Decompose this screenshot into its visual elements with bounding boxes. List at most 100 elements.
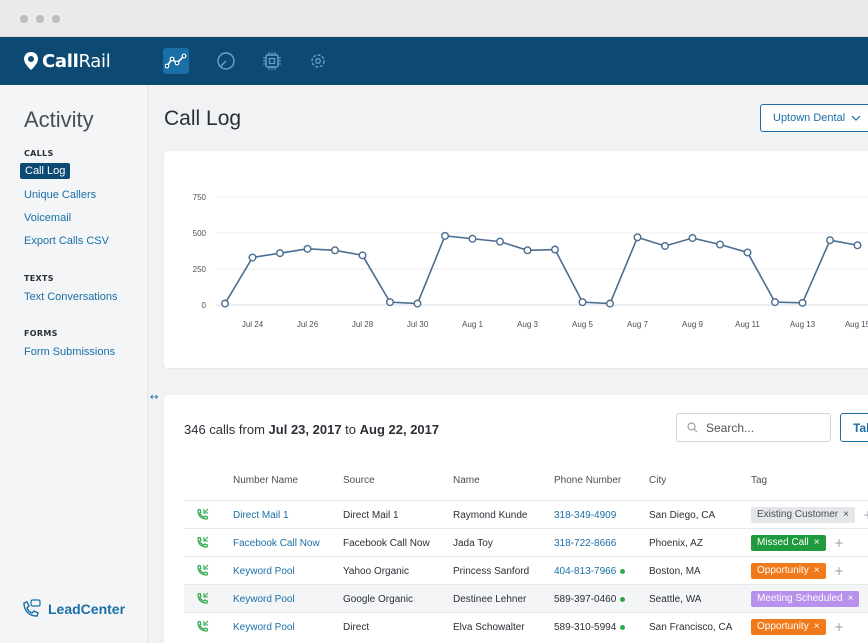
cell-source: Yahoo Organic <box>343 566 409 577</box>
analytics-icon[interactable] <box>163 48 189 74</box>
cell-phone-number: 589-310-5994 <box>554 622 626 633</box>
chart-point[interactable] <box>743 248 752 257</box>
tag-badge[interactable]: Opportunity × <box>751 563 826 579</box>
cell-number-name[interactable]: Keyword Pool <box>233 566 295 577</box>
tab-button[interactable]: Tab <box>840 413 868 442</box>
remove-tag-icon[interactable]: × <box>814 565 820 576</box>
tag-badge[interactable]: Missed Call × <box>751 535 826 551</box>
sidebar-item-voicemail[interactable]: Voicemail <box>24 212 71 224</box>
chart-point[interactable] <box>523 246 532 255</box>
chart-point[interactable] <box>798 298 807 307</box>
table-row[interactable]: Direct Mail 1 Direct Mail 1 Raymond Kunde 3… <box>184 500 868 528</box>
cell-phone-number[interactable]: 318-722-8666 <box>554 538 616 549</box>
cell-phone-number[interactable]: 404-813-7966 <box>554 566 626 577</box>
chart-point[interactable] <box>771 298 780 307</box>
callrail-logo[interactable]: Call Rail <box>24 49 111 73</box>
tag-badge[interactable]: Existing Customer × <box>751 507 855 523</box>
sidebar-item-text-conversations[interactable]: Text Conversations <box>24 291 118 303</box>
cell-city: Boston, MA <box>649 566 701 577</box>
cell-number-name[interactable]: Facebook Call Now <box>233 538 320 549</box>
chart-point[interactable] <box>633 233 642 242</box>
remove-tag-icon[interactable]: × <box>843 509 849 520</box>
account-select[interactable]: Uptown Dental <box>760 104 868 132</box>
status-dot-icon <box>620 596 626 602</box>
x-tick-label: Jul 26 <box>297 320 319 329</box>
chart-point[interactable] <box>275 249 284 258</box>
column-header-name[interactable]: Name <box>453 475 480 486</box>
chart-point[interactable] <box>578 298 587 307</box>
chart-point[interactable] <box>330 246 339 255</box>
chart-point[interactable] <box>551 245 560 254</box>
sidebar-item-form-submissions[interactable]: Form Submissions <box>24 346 115 358</box>
sidebar-item-call-log[interactable]: Call Log <box>20 163 71 179</box>
settings-icon[interactable] <box>305 48 331 74</box>
add-tag-icon[interactable]: + <box>834 564 844 578</box>
column-header-city[interactable]: City <box>649 475 666 486</box>
table-row[interactable]: Keyword Pool Google Organic Destinee Lehne… <box>184 584 868 612</box>
phone-number-text: 318-349-4909 <box>554 510 617 521</box>
chart-point[interactable] <box>441 231 450 240</box>
window-minimize-dot[interactable] <box>36 15 44 23</box>
calls-line-chart: 0 250 500 750 Jul 24 Jul 26 Jul 28 Jul 30 Aug 1 A… <box>193 193 868 329</box>
chart-point[interactable] <box>661 241 670 250</box>
phone-number-text: 318-722-8666 <box>554 538 617 549</box>
column-header-source[interactable]: Source <box>343 475 375 486</box>
cell-city: San Diego, CA <box>649 510 716 521</box>
incoming-call-icon <box>197 508 209 520</box>
cell-number-name[interactable]: Keyword Pool <box>233 594 295 605</box>
column-header-number-name[interactable]: Number Name <box>233 475 298 486</box>
chart-point[interactable] <box>248 253 257 262</box>
remove-tag-icon[interactable]: × <box>814 537 820 548</box>
tag-label: Opportunity <box>757 621 809 632</box>
numbers-icon[interactable] <box>213 48 239 74</box>
tag-badge[interactable]: Meeting Scheduled × <box>751 591 860 607</box>
chart-point[interactable] <box>688 234 697 243</box>
chart-point[interactable] <box>303 244 312 253</box>
chart-point[interactable] <box>496 237 505 246</box>
cell-name: Destinee Lehner <box>453 594 527 605</box>
chart-point[interactable] <box>716 240 725 249</box>
sidebar-section-forms: FORMS <box>24 329 58 338</box>
search-input[interactable]: Search... <box>676 413 831 442</box>
calls-table-card: 346 calls from Jul 23, 2017 to Aug 22, 2… <box>164 395 868 643</box>
integrations-icon[interactable] <box>259 48 285 74</box>
column-header-tag[interactable]: Tag <box>751 475 767 486</box>
x-tick-label: Jul 30 <box>407 320 429 329</box>
calls-summary: 346 calls from Jul 23, 2017 to Aug 22, 2… <box>184 422 439 437</box>
column-header-phone-number[interactable]: Phone Number <box>554 475 621 486</box>
collapse-sidebar-arrows-icon[interactable]: ↔ <box>150 392 158 403</box>
tag-badge[interactable]: Opportunity × <box>751 619 826 635</box>
x-tick-label: Aug 9 <box>682 320 703 329</box>
add-tag-icon[interactable]: + <box>834 536 844 550</box>
leadcenter-link[interactable]: LeadCenter <box>20 598 125 620</box>
calls-chart-card: 0 250 500 750 Jul 24 Jul 26 Jul 28 Jul 30 Aug 1 A… <box>164 151 868 368</box>
sidebar-item-unique-callers[interactable]: Unique Callers <box>24 189 96 201</box>
search-icon <box>687 422 698 433</box>
chart-point[interactable] <box>853 241 862 250</box>
window-maximize-dot[interactable] <box>52 15 60 23</box>
add-tag-icon[interactable]: + <box>834 620 844 634</box>
x-tick-label: Aug 3 <box>517 320 538 329</box>
chart-point[interactable] <box>221 299 230 308</box>
y-tick-label: 0 <box>202 301 207 310</box>
remove-tag-icon[interactable]: × <box>814 621 820 632</box>
cell-source: Direct Mail 1 <box>343 510 399 521</box>
chart-point[interactable] <box>606 299 615 308</box>
chart-point[interactable] <box>358 251 367 260</box>
chart-point[interactable] <box>468 234 477 243</box>
cell-number-name[interactable]: Keyword Pool <box>233 622 295 633</box>
chart-point[interactable] <box>413 299 422 308</box>
table-row[interactable]: Keyword Pool Yahoo Organic Princess Sanfor… <box>184 556 868 584</box>
chart-point[interactable] <box>826 236 835 245</box>
table-row[interactable]: Facebook Call Now Facebook Call Now Jada T… <box>184 528 868 556</box>
window-close-dot[interactable] <box>20 15 28 23</box>
remove-tag-icon[interactable]: × <box>848 593 854 604</box>
table-row[interactable]: Keyword Pool Direct Elva Schowalter 589-310… <box>184 612 868 640</box>
sidebar-item-export-calls-csv[interactable]: Export Calls CSV <box>24 235 109 247</box>
y-tick-label: 250 <box>193 265 207 274</box>
brand-text-light: Rail <box>78 50 111 72</box>
add-tag-icon[interactable]: + <box>863 508 868 522</box>
cell-phone-number[interactable]: 318-349-4909 <box>554 510 616 521</box>
cell-number-name[interactable]: Direct Mail 1 <box>233 510 289 521</box>
chart-point[interactable] <box>385 298 394 307</box>
